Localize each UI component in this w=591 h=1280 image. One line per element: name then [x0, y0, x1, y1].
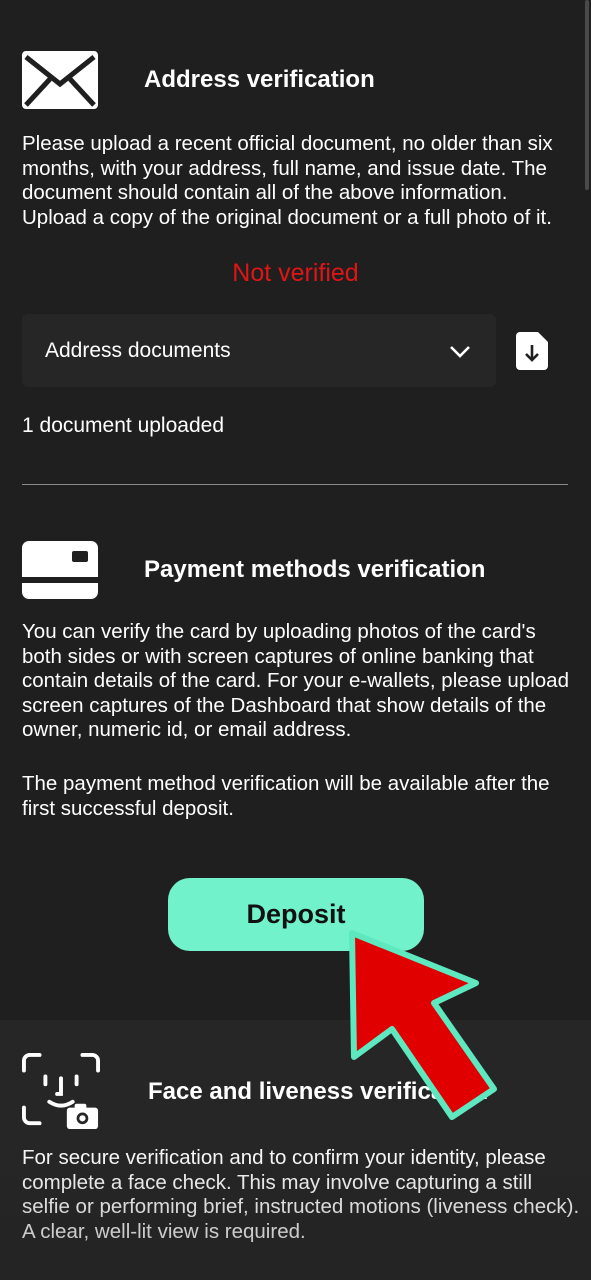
payment-verification-section: Payment methods verification You can ver…	[0, 500, 591, 1020]
section-title: Face and liveness verification	[148, 1078, 489, 1105]
section-title: Address verification	[144, 66, 375, 93]
select-value: Address documents	[45, 338, 231, 362]
face-header: Face and liveness verification	[22, 1052, 488, 1132]
status-badge: Not verified	[232, 259, 359, 287]
section-title: Payment methods verification	[144, 556, 486, 583]
section-note: The payment method verification will be …	[22, 772, 550, 820]
face-scan-icon	[22, 1052, 100, 1132]
address-verification-section: Address verification Please upload a rec…	[0, 0, 591, 500]
payment-header: Payment methods verification	[22, 540, 485, 600]
section-description: Please upload a recent official document…	[22, 132, 553, 229]
uploaded-count: 1 document uploaded	[22, 414, 224, 437]
envelope-icon	[22, 50, 100, 110]
section-description: You can verify the card by uploading pho…	[22, 620, 569, 741]
address-documents-select[interactable]: Address documents	[22, 314, 496, 387]
deposit-button[interactable]: Deposit	[168, 878, 424, 951]
divider	[22, 484, 568, 485]
section-description: For secure verification and to confirm y…	[22, 1146, 580, 1243]
file-download-icon[interactable]	[516, 332, 548, 370]
address-header: Address verification	[22, 50, 375, 110]
face-verification-section: Face and liveness verification For secur…	[0, 1020, 591, 1280]
chevron-down-icon	[448, 339, 472, 363]
credit-card-icon	[22, 540, 100, 600]
